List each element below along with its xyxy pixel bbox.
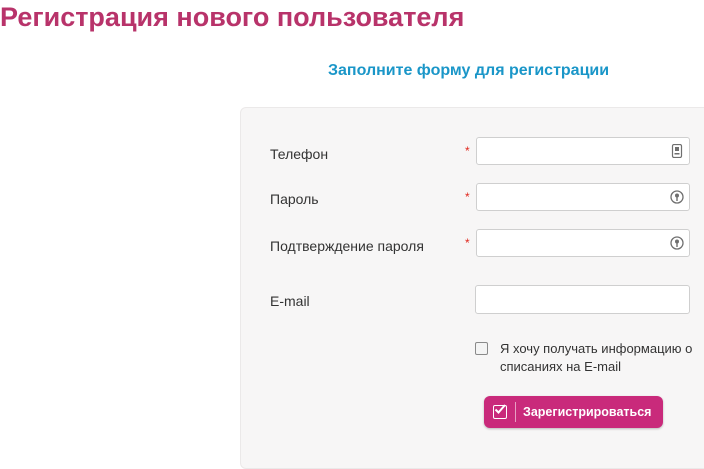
phone-label: Телефон (270, 146, 329, 162)
password-input[interactable] (476, 183, 690, 211)
register-button[interactable]: Зарегистрироваться (484, 396, 663, 428)
phone-input[interactable] (476, 137, 690, 165)
checkbox-check-icon (493, 404, 507, 419)
newsletter-checkbox[interactable] (475, 342, 488, 355)
email-label: E-mail (270, 293, 310, 309)
key-icon (670, 236, 684, 250)
password-confirm-required-mark: * (465, 236, 470, 250)
password-label: Пароль (270, 191, 319, 207)
password-confirm-label: Подтверждение пароля (270, 238, 424, 254)
password-confirm-input[interactable] (476, 229, 690, 257)
phone-icon (670, 144, 684, 158)
button-divider (515, 402, 516, 422)
key-icon (670, 190, 684, 204)
email-input[interactable] (475, 285, 690, 314)
password-required-mark: * (465, 190, 470, 204)
phone-required-mark: * (465, 144, 470, 158)
newsletter-checkbox-label[interactable]: Я хочу получать информацию о списаниях н… (500, 340, 704, 376)
register-button-label: Зарегистрироваться (523, 405, 652, 419)
page-title: Регистрация нового пользователя (0, 2, 465, 32)
form-subtitle: Заполните форму для регистрации (328, 62, 610, 79)
